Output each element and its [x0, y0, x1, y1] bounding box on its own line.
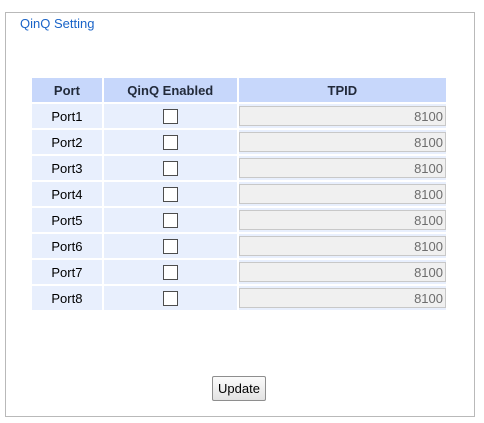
qinq-setting-legend: QinQ Setting: [17, 16, 98, 32]
qinq-enabled-checkbox[interactable]: [162, 187, 178, 203]
port-cell: Port8: [32, 286, 102, 310]
port-cell: Port1: [32, 104, 102, 128]
qinq-enabled-checkbox[interactable]: [162, 135, 178, 151]
tpid-input[interactable]: [238, 184, 446, 204]
table-row: Port3: [32, 156, 446, 180]
tpid-input[interactable]: [238, 132, 446, 152]
table-row: Port4: [32, 182, 446, 206]
tpid-input[interactable]: [238, 236, 446, 256]
qinq-enabled-cell: [103, 156, 237, 180]
update-button[interactable]: Update: [212, 376, 266, 401]
column-header-tpid: TPID: [238, 78, 446, 102]
qinq-enabled-checkbox[interactable]: [162, 291, 178, 307]
port-label: Port4: [51, 186, 83, 202]
port-cell: Port3: [32, 156, 102, 180]
table-row: Port7: [32, 260, 446, 284]
qinq-enabled-cell: [103, 182, 237, 206]
qinq-enabled-checkbox[interactable]: [162, 109, 178, 125]
tpid-cell: [238, 182, 446, 206]
qinq-setting-fieldset: QinQ Setting Port QinQ Enabled TPID Port…: [5, 12, 475, 417]
port-label: Port8: [51, 290, 83, 306]
column-header-port: Port: [32, 78, 102, 102]
qinq-enabled-cell: [103, 130, 237, 154]
qinq-table: Port QinQ Enabled TPID Port1 Port2 Port3: [30, 76, 448, 312]
tpid-input[interactable]: [238, 106, 446, 126]
port-label: Port7: [51, 264, 83, 280]
tpid-cell: [238, 104, 446, 128]
port-label: Port3: [51, 160, 83, 176]
qinq-enabled-checkbox[interactable]: [162, 213, 178, 229]
qinq-enabled-cell: [103, 286, 237, 310]
tpid-input[interactable]: [238, 210, 446, 230]
column-header-qinq-enabled: QinQ Enabled: [103, 78, 237, 102]
qinq-enabled-checkbox[interactable]: [162, 239, 178, 255]
qinq-enabled-checkbox[interactable]: [162, 161, 178, 177]
tpid-cell: [238, 208, 446, 232]
port-label: Port5: [51, 212, 83, 228]
tpid-input[interactable]: [238, 262, 446, 282]
tpid-input[interactable]: [238, 288, 446, 308]
qinq-enabled-cell: [103, 234, 237, 258]
qinq-enabled-cell: [103, 260, 237, 284]
table-row: Port5: [32, 208, 446, 232]
port-cell: Port7: [32, 260, 102, 284]
port-cell: Port4: [32, 182, 102, 206]
qinq-enabled-cell: [103, 208, 237, 232]
port-label: Port6: [51, 238, 83, 254]
port-label: Port2: [51, 134, 83, 150]
port-cell: Port6: [32, 234, 102, 258]
tpid-cell: [238, 286, 446, 310]
table-row: Port8: [32, 286, 446, 310]
tpid-cell: [238, 156, 446, 180]
tpid-input[interactable]: [238, 158, 446, 178]
table-row: Port2: [32, 130, 446, 154]
port-cell: Port2: [32, 130, 102, 154]
table-row: Port1: [32, 104, 446, 128]
table-row: Port6: [32, 234, 446, 258]
tpid-cell: [238, 130, 446, 154]
qinq-enabled-cell: [103, 104, 237, 128]
port-label: Port1: [51, 108, 83, 124]
port-cell: Port5: [32, 208, 102, 232]
qinq-enabled-checkbox[interactable]: [162, 265, 178, 281]
tpid-cell: [238, 234, 446, 258]
table-header-row: Port QinQ Enabled TPID: [32, 78, 446, 102]
tpid-cell: [238, 260, 446, 284]
